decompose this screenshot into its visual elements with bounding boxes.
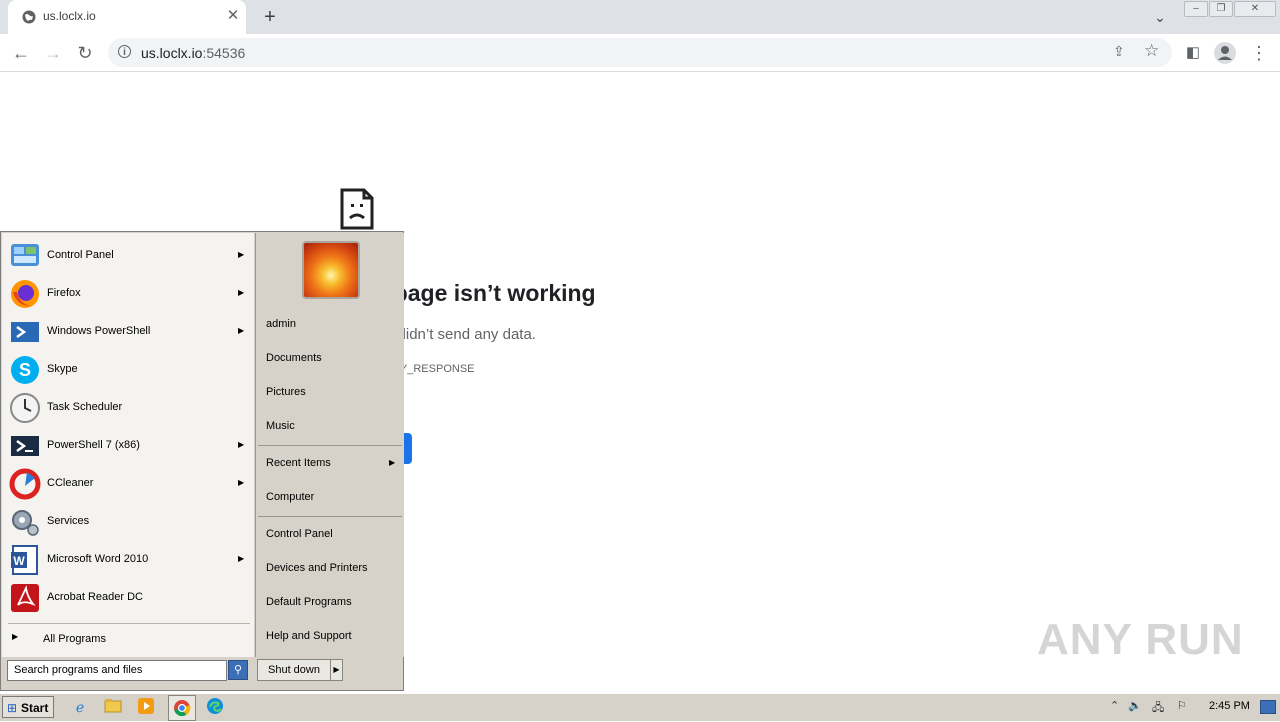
services-icon [9, 506, 41, 538]
powershell7-icon [9, 430, 41, 462]
chrome-icon[interactable] [168, 695, 196, 721]
firefox-icon [9, 278, 41, 310]
action-center-flag-icon[interactable]: ⚐ [1177, 699, 1187, 712]
program-label: Skype [47, 363, 78, 375]
side-panel-icon[interactable]: ◧ [1180, 40, 1206, 66]
program-item[interactable]: Windows PowerShell ▶ [6, 314, 250, 350]
bookmark-star-icon[interactable]: ☆ [1144, 41, 1159, 61]
volume-icon[interactable]: 🔈 [1128, 699, 1142, 712]
start-button[interactable]: ⊞ Start [2, 696, 54, 718]
triangle-right-icon: ▶ [238, 440, 245, 449]
triangle-right-icon: ▶ [12, 632, 19, 641]
task-scheduler-icon [9, 392, 41, 424]
tab-strip: us.loclx.io ✕ + ⌄ – ❐ ✕ [0, 0, 1280, 34]
ccleaner-icon [9, 468, 41, 500]
program-label: Microsoft Word 2010 [47, 553, 149, 565]
close-window-button[interactable]: ✕ [1234, 1, 1276, 17]
tab-search-chevron-icon[interactable]: ⌄ [1148, 6, 1172, 28]
share-icon[interactable]: ⇪ [1113, 43, 1125, 60]
control-panel-link[interactable]: Control Panel [260, 521, 400, 549]
tab-title: us.loclx.io [43, 9, 96, 23]
recent-items-link[interactable]: Recent Items ▶ [260, 450, 400, 478]
triangle-right-icon: ▶ [238, 326, 245, 335]
program-item[interactable]: Acrobat Reader DC [6, 580, 250, 616]
user-picture[interactable] [302, 241, 360, 299]
program-label: PowerShell 7 (x86) [47, 439, 140, 451]
browser-toolbar: ← → ↻ i us.loclx.io:54536 ⇪ ☆ ◧ ⋮ [0, 34, 1280, 72]
program-item[interactable]: Control Panel ▶ [6, 238, 250, 274]
sad-page-icon [340, 188, 374, 230]
svg-text:W: W [13, 554, 25, 568]
program-label: Task Scheduler [47, 401, 123, 413]
browser-tab[interactable]: us.loclx.io ✕ [8, 0, 246, 34]
restore-button[interactable]: ❐ [1209, 1, 1233, 17]
watermark-logo: ANY RUN [1037, 615, 1244, 664]
media-player-icon[interactable] [135, 697, 157, 717]
triangle-right-icon: ▶ [238, 250, 245, 259]
network-icon[interactable]: 🖧 [1152, 699, 1164, 718]
program-item[interactable]: Services [6, 504, 250, 540]
edge-icon[interactable] [204, 697, 226, 717]
program-label: Control Panel [47, 249, 114, 261]
program-item[interactable]: S Skype [6, 352, 250, 388]
search-icon[interactable]: ⚲ [228, 660, 248, 680]
powershell-icon [9, 316, 41, 348]
devices-printers-link[interactable]: Devices and Printers [260, 555, 400, 583]
show-desktop-button[interactable] [1260, 700, 1276, 714]
globe-icon [22, 10, 36, 24]
show-hidden-icons-icon[interactable]: ⌃ [1110, 699, 1119, 712]
triangle-right-icon: ▶ [238, 554, 245, 563]
reload-icon[interactable]: ↻ [72, 40, 98, 66]
program-item[interactable]: PowerShell 7 (x86) ▶ [6, 428, 250, 464]
search-input[interactable]: Search programs and files [7, 660, 227, 681]
control-panel-icon [9, 240, 41, 272]
program-label: CCleaner [47, 477, 94, 489]
info-icon[interactable]: i [118, 45, 131, 58]
close-tab-icon[interactable]: ✕ [224, 7, 242, 25]
explorer-icon[interactable] [102, 697, 124, 717]
program-label: Firefox [47, 287, 81, 299]
triangle-right-icon: ▶ [389, 458, 396, 467]
windows-flag-icon: ⊞ [7, 701, 18, 715]
triangle-right-icon: ▶ [238, 478, 245, 487]
help-support-link[interactable]: Help and Support [260, 623, 400, 651]
program-label: Acrobat Reader DC [47, 591, 143, 603]
address-bar[interactable]: i us.loclx.io:54536 ⇪ ☆ [108, 38, 1172, 67]
program-label: Services [47, 515, 90, 527]
skype-icon: S [9, 354, 41, 386]
ie-icon[interactable]: ℯ [69, 697, 91, 717]
all-programs-button[interactable]: ▶ All Programs [8, 629, 248, 649]
divider [8, 623, 250, 624]
taskbar: ⊞ Start ℯ ⌃ 🔈 🖧 ⚐ 2:45 PM [0, 693, 1280, 721]
music-link[interactable]: Music [260, 413, 400, 441]
user-folder-link[interactable]: admin [260, 311, 400, 339]
triangle-right-icon: ▶ [238, 288, 245, 297]
new-tab-button[interactable]: + [256, 4, 284, 30]
minimize-button[interactable]: – [1184, 1, 1208, 17]
program-item[interactable]: Task Scheduler [6, 390, 250, 426]
clock[interactable]: 2:45 PM [1209, 700, 1250, 712]
divider [258, 445, 402, 446]
program-item[interactable]: CCleaner ▶ [6, 466, 250, 502]
profile-avatar-icon[interactable] [1214, 42, 1236, 64]
computer-link[interactable]: Computer [260, 484, 400, 512]
program-item[interactable]: W Microsoft Word 2010 ▶ [6, 542, 250, 578]
shutdown-options-arrow-icon[interactable]: ▶ [330, 659, 343, 681]
default-programs-link[interactable]: Default Programs [260, 589, 400, 617]
pictures-link[interactable]: Pictures [260, 379, 400, 407]
url-text: us.loclx.io:54536 [141, 45, 246, 61]
divider [258, 516, 402, 517]
shutdown-button[interactable]: Shut down [257, 659, 331, 681]
documents-link[interactable]: Documents [260, 345, 400, 373]
forward-arrow-icon[interactable]: → [40, 40, 66, 66]
acrobat-icon [9, 582, 41, 614]
svg-text:S: S [19, 360, 31, 380]
program-label: Windows PowerShell [47, 325, 151, 337]
back-arrow-icon[interactable]: ← [8, 40, 34, 66]
menu-kebab-icon[interactable]: ⋮ [1246, 40, 1272, 66]
word-icon: W [9, 544, 41, 576]
program-item[interactable]: Firefox ▶ [6, 276, 250, 312]
